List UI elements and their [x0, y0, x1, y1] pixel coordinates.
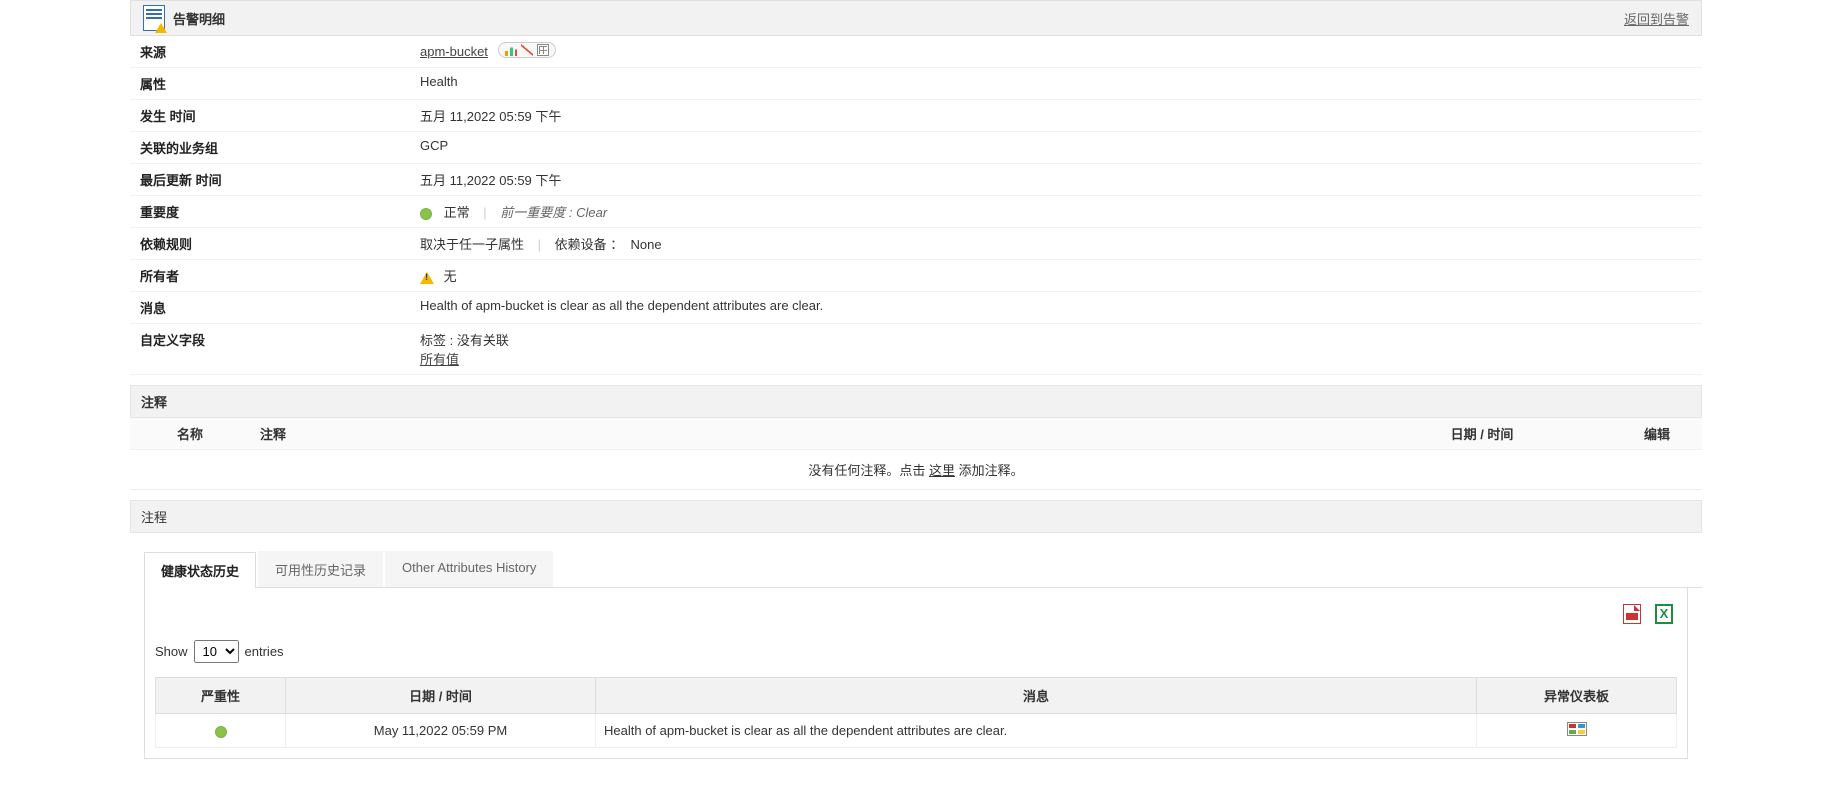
group-value: GCP	[410, 132, 1702, 164]
grid-icon[interactable]	[537, 44, 549, 56]
hist-col-dashboard: 异常仪表板	[1477, 678, 1677, 714]
updated-label: 最后更新 时间	[130, 164, 410, 196]
health-history-panel: X Show 10 entries 严重性 日期 / 时间 消息 异常仪表板	[144, 588, 1688, 759]
bar-chart-icon[interactable]	[505, 44, 517, 56]
table-row: May 11,2022 05:59 PM Health of apm-bucke…	[156, 714, 1677, 748]
note-header: 注程	[130, 500, 1702, 533]
deprule-value: 取决于任一子属性	[420, 237, 524, 252]
severity-label: 重要度	[130, 196, 410, 228]
tab-other-attributes-history[interactable]: Other Attributes History	[385, 551, 553, 587]
source-link[interactable]: apm-bucket	[420, 44, 488, 59]
custom-label: 自定义字段	[130, 324, 410, 375]
history-tabs: 健康状态历史 可用性历史记录 Other Attributes History	[144, 551, 1702, 588]
occurred-value: 五月 11,2022 05:59 下午	[410, 100, 1702, 132]
back-to-alarms-link[interactable]: 返回到告警	[1624, 12, 1689, 27]
owner-label: 所有者	[130, 260, 410, 292]
page-size-select[interactable]: 10	[194, 640, 239, 663]
tab-health-history[interactable]: 健康状态历史	[144, 552, 256, 588]
owner-value: 无	[444, 269, 457, 284]
attribute-value: Health	[410, 68, 1702, 100]
anno-empty-prefix: 没有任何注释。点击	[808, 463, 929, 478]
export-pdf-icon[interactable]	[1623, 604, 1641, 624]
anno-empty-suffix: 添加注释。	[959, 463, 1024, 478]
warning-icon	[420, 272, 434, 284]
export-xls-icon[interactable]: X	[1655, 604, 1673, 624]
show-label: Show	[155, 644, 188, 659]
message-label: 消息	[130, 292, 410, 324]
source-label: 来源	[130, 36, 410, 68]
custom-all-link[interactable]: 所有值	[420, 352, 459, 367]
prev-severity-label: 前一重要度 :	[500, 205, 572, 220]
alarm-detail-icon	[143, 5, 165, 31]
row-message: Health of apm-bucket is clear as all the…	[596, 714, 1477, 748]
anno-col-name: 名称	[130, 418, 250, 450]
source-quick-actions[interactable]	[498, 42, 556, 58]
hist-col-datetime: 日期 / 时间	[286, 678, 596, 714]
severity-value: 正常	[444, 205, 470, 220]
entries-label: entries	[245, 644, 284, 659]
depdev-value: None	[631, 237, 662, 252]
anno-col-edit: 编辑	[1612, 418, 1702, 450]
page-header: 告警明细 返回到告警	[130, 0, 1702, 36]
page-title: 告警明细	[173, 9, 225, 28]
separator: |	[483, 205, 486, 220]
line-chart-icon[interactable]	[521, 44, 533, 56]
group-label: 关联的业务组	[130, 132, 410, 164]
status-clear-icon	[215, 726, 227, 738]
depdev-label: 依赖设备 ：	[555, 237, 624, 252]
hist-col-severity: 严重性	[156, 678, 286, 714]
message-value: Health of apm-bucket is clear as all the…	[410, 292, 1702, 324]
annotations-table: 名称 注释 日期 / 时间 编辑 没有任何注释。点击 这里 添加注释。	[130, 418, 1702, 490]
anno-col-date: 日期 / 时间	[1352, 418, 1612, 450]
add-annotation-link[interactable]: 这里	[929, 463, 955, 478]
history-table: 严重性 日期 / 时间 消息 异常仪表板 May 11,2022 05:59 P…	[155, 677, 1677, 748]
status-clear-icon	[420, 208, 432, 220]
annotations-empty-row: 没有任何注释。点击 这里 添加注释。	[130, 450, 1702, 490]
deprule-label: 依赖规则	[130, 228, 410, 260]
tab-availability-history[interactable]: 可用性历史记录	[258, 551, 383, 587]
annotations-header: 注释	[130, 385, 1702, 418]
anno-col-anno: 注释	[250, 418, 1352, 450]
updated-value: 五月 11,2022 05:59 下午	[410, 164, 1702, 196]
alarm-details-table: 来源 apm-bucket 属性 Health 发生 时间 五月 11,2022…	[130, 36, 1702, 375]
occurred-label: 发生 时间	[130, 100, 410, 132]
prev-severity-value: Clear	[576, 205, 607, 220]
row-datetime: May 11,2022 05:59 PM	[286, 714, 596, 748]
custom-tag-line: 标签 : 没有关联	[420, 330, 1692, 349]
separator: |	[538, 237, 541, 252]
attribute-label: 属性	[130, 68, 410, 100]
dashboard-icon[interactable]	[1567, 722, 1587, 736]
hist-col-message: 消息	[596, 678, 1477, 714]
